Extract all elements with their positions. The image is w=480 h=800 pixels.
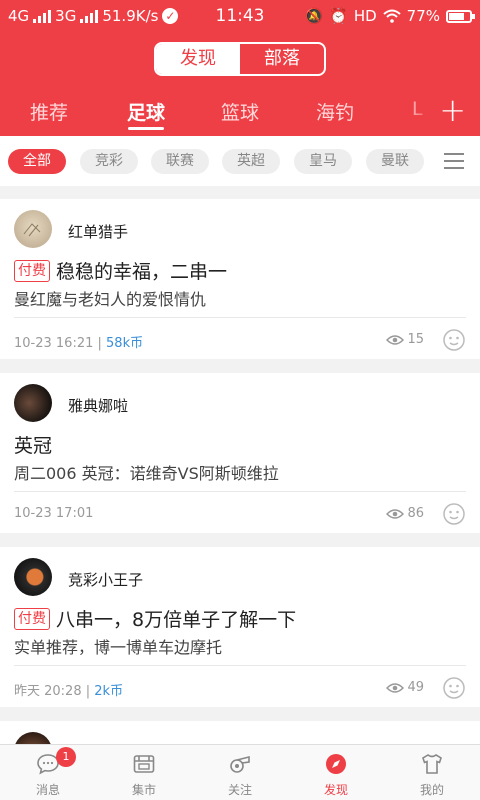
jersey-icon bbox=[422, 754, 442, 774]
reaction-face-icon[interactable] bbox=[442, 676, 466, 700]
filter-real-madrid[interactable]: 皇马 bbox=[294, 149, 352, 174]
battery-percent: 77% bbox=[406, 7, 440, 25]
eye-icon bbox=[386, 334, 405, 345]
meta-separator: | bbox=[93, 336, 107, 351]
post-title[interactable]: 英冠 bbox=[14, 431, 52, 458]
filter-man-united[interactable]: 曼联 bbox=[366, 149, 424, 174]
tab-recommend[interactable]: 推荐 bbox=[30, 98, 68, 125]
post-title[interactable]: 稳稳的幸福，二串一 bbox=[56, 257, 227, 284]
wifi-icon bbox=[382, 9, 401, 23]
view-count-value: 15 bbox=[407, 332, 424, 347]
nav-label: 消息 bbox=[35, 783, 60, 797]
post-card[interactable]: 雅典娜啦 英冠 周二006 英冠：诺维奇VS阿斯顿维拉 10-23 17:01 … bbox=[0, 373, 480, 533]
filter-bar: 全部 竞彩 联赛 英超 皇马 曼联 bbox=[0, 136, 480, 186]
nav-messages[interactable]: 1 消息 bbox=[0, 745, 96, 800]
divider bbox=[14, 665, 466, 666]
nav-discover[interactable]: 发现 bbox=[288, 745, 384, 800]
eye-icon bbox=[386, 682, 405, 693]
battery-icon bbox=[446, 9, 475, 23]
post-subtitle[interactable]: 实单推荐，博一博单车边摩托 bbox=[14, 634, 222, 658]
paid-badge: 付费 bbox=[14, 259, 50, 282]
author-avatar[interactable] bbox=[14, 210, 52, 248]
alarm-icon: ⏰ bbox=[329, 7, 348, 25]
filter-menu-icon[interactable] bbox=[444, 153, 464, 174]
clock: 11:43 bbox=[215, 6, 265, 26]
market-icon bbox=[133, 755, 155, 773]
nav-mine[interactable]: 我的 bbox=[384, 745, 480, 800]
paid-badge: 付费 bbox=[14, 607, 50, 630]
active-tab-indicator bbox=[128, 127, 164, 130]
tab-fade bbox=[404, 94, 434, 130]
view-count: 86 bbox=[386, 506, 424, 521]
filter-all[interactable]: 全部 bbox=[8, 149, 66, 174]
tab-fishing[interactable]: 海钓 bbox=[316, 98, 354, 125]
eye-icon bbox=[386, 508, 405, 519]
discover-tribe-switch: 发现 部落 bbox=[154, 42, 326, 76]
filter-lottery[interactable]: 竞彩 bbox=[80, 149, 138, 174]
reaction-face-icon[interactable] bbox=[442, 328, 466, 352]
nav-follow[interactable]: 关注 bbox=[192, 745, 288, 800]
divider bbox=[14, 491, 466, 492]
meta-separator: | bbox=[81, 684, 95, 699]
author-name[interactable]: 竞彩小王子 bbox=[68, 569, 143, 590]
post-title[interactable]: 八串一，8万倍单子了解一下 bbox=[56, 605, 296, 632]
whistle-icon bbox=[230, 755, 250, 773]
reaction-face-icon[interactable] bbox=[442, 502, 466, 526]
view-count-value: 86 bbox=[407, 506, 424, 521]
tab-football[interactable]: 足球 bbox=[127, 98, 165, 125]
post-price: 2k币 bbox=[94, 684, 124, 699]
bottom-navigation: 1 消息 集市 关注 发现 我的 bbox=[0, 744, 480, 800]
author-avatar[interactable] bbox=[14, 384, 52, 422]
divider bbox=[14, 317, 466, 318]
status-bar: 4G 3G 51.9K/s ✓ 11:43 🔕 ⏰ HD 77% bbox=[0, 0, 480, 32]
filter-league[interactable]: 联赛 bbox=[151, 149, 209, 174]
add-tab-icon[interactable]: + bbox=[439, 94, 466, 126]
unread-badge: 1 bbox=[56, 747, 76, 767]
nav-label: 关注 bbox=[227, 783, 252, 797]
nav-label: 发现 bbox=[323, 783, 348, 797]
post-time: 昨天 20:28 bbox=[14, 684, 82, 699]
view-count: 15 bbox=[386, 332, 424, 347]
post-time: 10-23 16:21 bbox=[14, 336, 94, 351]
post-subtitle[interactable]: 曼红魔与老妇人的爱恨情仇 bbox=[14, 286, 206, 310]
hd-label: HD bbox=[353, 7, 377, 25]
segment-discover[interactable]: 发现 bbox=[156, 44, 240, 74]
tab-basketball[interactable]: 篮球 bbox=[221, 98, 259, 125]
post-subtitle[interactable]: 周二006 英冠：诺维奇VS阿斯顿维拉 bbox=[14, 460, 279, 484]
author-name[interactable]: 雅典娜啦 bbox=[68, 395, 128, 416]
post-price: 58k币 bbox=[106, 336, 144, 351]
app-header: 4G 3G 51.9K/s ✓ 11:43 🔕 ⏰ HD 77% 发现 部落 推… bbox=[0, 0, 480, 136]
nav-label: 我的 bbox=[419, 783, 444, 797]
post-meta: 10-23 16:21 | 58k币 bbox=[14, 332, 143, 351]
author-avatar[interactable] bbox=[14, 558, 52, 596]
view-count: 49 bbox=[386, 680, 424, 695]
author-name[interactable]: 红单猎手 bbox=[68, 221, 128, 242]
post-card[interactable]: 竞彩小王子 付费 八串一，8万倍单子了解一下 实单推荐，博一博单车边摩托 昨天 … bbox=[0, 547, 480, 707]
category-tabs: 推荐 足球 篮球 海钓 L + bbox=[0, 94, 480, 130]
nav-market[interactable]: 集市 bbox=[96, 745, 192, 800]
compass-icon bbox=[326, 754, 346, 774]
nav-label: 集市 bbox=[131, 783, 156, 797]
view-count-value: 49 bbox=[407, 680, 424, 695]
post-time: 10-23 17:01 bbox=[14, 506, 94, 521]
post-meta: 昨天 20:28 | 2k币 bbox=[14, 680, 123, 699]
filter-premier-league[interactable]: 英超 bbox=[222, 149, 280, 174]
post-card[interactable]: 红单猎手 付费 稳稳的幸福，二串一 曼红魔与老妇人的爱恨情仇 10-23 16:… bbox=[0, 199, 480, 359]
segment-tribe[interactable]: 部落 bbox=[240, 44, 324, 74]
mute-icon: 🔕 bbox=[304, 7, 324, 25]
